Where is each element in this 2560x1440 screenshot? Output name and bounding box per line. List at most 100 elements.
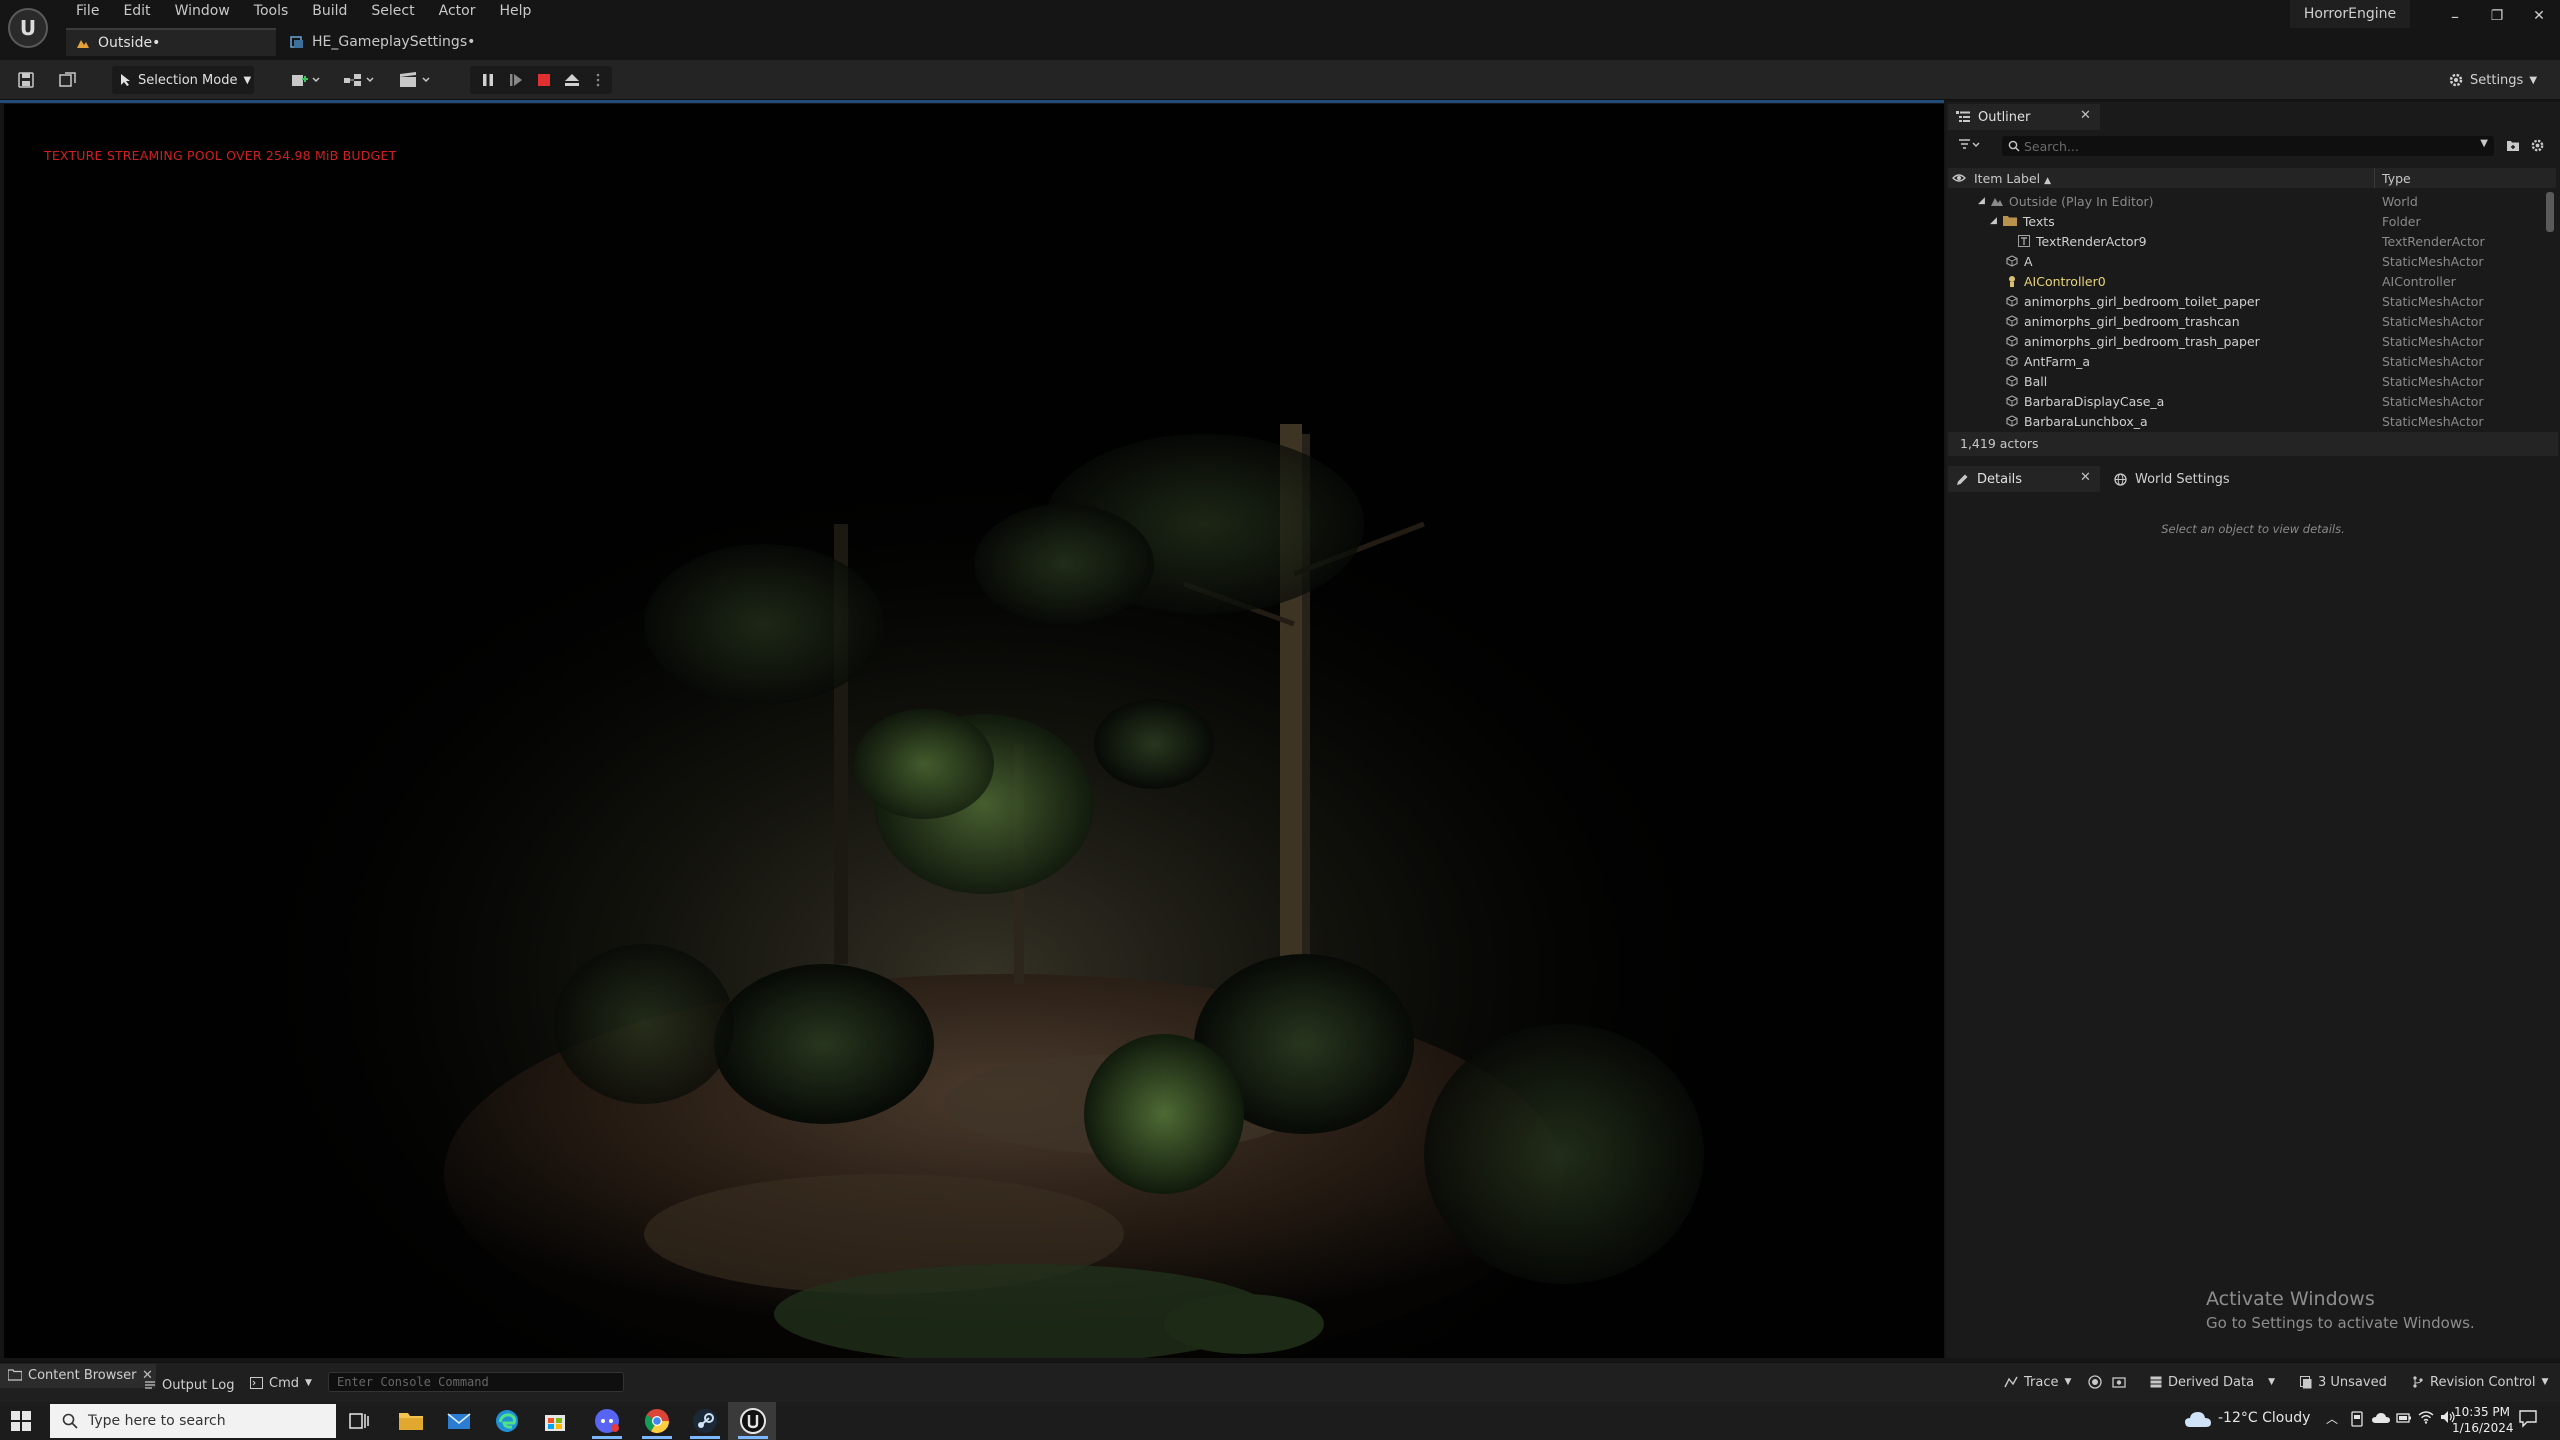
expand-arrow-icon[interactable]: ◢ — [1978, 196, 1985, 206]
wifi-icon[interactable] — [2418, 1410, 2434, 1424]
menu-select[interactable]: Select — [359, 0, 426, 22]
task-view-icon[interactable] — [348, 1410, 370, 1432]
tree-row-actor[interactable]: BarbaraDisplayCase_a StaticMeshActor — [1948, 391, 2546, 411]
unreal-logo-icon[interactable]: U — [8, 8, 48, 48]
column-type[interactable]: Type — [2382, 171, 2411, 186]
restore-button[interactable]: ❐ — [2476, 0, 2518, 32]
tree-row-actor[interactable]: animorphs_girl_bedroom_trash_paper Stati… — [1948, 331, 2546, 351]
tree-row-folder[interactable]: ◢ Texts Folder — [1948, 211, 2546, 231]
unsaved-button[interactable]: 3 Unsaved — [2300, 1371, 2387, 1393]
row-label: animorphs_girl_bedroom_trashcan — [2024, 313, 2240, 329]
menu-build[interactable]: Build — [300, 0, 359, 22]
gear-icon[interactable] — [2530, 138, 2545, 153]
eject-icon[interactable] — [560, 66, 584, 94]
add-folder-icon[interactable] — [2506, 139, 2520, 152]
tree-row-world[interactable]: ◢ Outside (Play In Editor) World — [1948, 191, 2546, 211]
content-browser-label: Content Browser — [28, 1367, 137, 1383]
row-type: StaticMeshActor — [2382, 313, 2484, 329]
outliner-column-header: Item Label ▲ Type — [1948, 168, 2556, 188]
menu-tools[interactable]: Tools — [242, 0, 301, 22]
menu-file[interactable]: File — [64, 0, 111, 22]
close-icon[interactable]: ✕ — [2080, 108, 2091, 123]
chrome-icon[interactable] — [642, 1406, 672, 1436]
tab-label: Outside• — [98, 35, 161, 51]
microsoft-store-icon[interactable] — [540, 1406, 570, 1436]
output-log-button[interactable]: Output Log — [144, 1374, 235, 1396]
tree-row-actor[interactable]: AntFarm_a StaticMeshActor — [1948, 351, 2546, 371]
tab-gameplay-settings[interactable]: HE_GameplaySettings• — [280, 28, 480, 56]
stop-icon[interactable] — [532, 66, 556, 94]
browse-content-icon[interactable] — [56, 66, 80, 94]
minimize-button[interactable]: – — [2434, 0, 2476, 32]
menu-help[interactable]: Help — [487, 0, 543, 22]
outliner-scrollbar[interactable] — [2546, 192, 2554, 232]
visibility-eye-icon[interactable] — [1952, 172, 1966, 184]
weather-cloud-icon[interactable] — [2184, 1409, 2212, 1429]
unsaved-label: 3 Unsaved — [2318, 1374, 2387, 1390]
row-label: BarbaraLunchbox_a — [2024, 413, 2148, 429]
expand-arrow-icon[interactable]: ◢ — [1990, 216, 1997, 226]
row-type: TextRenderActor — [2382, 233, 2485, 249]
row-type: StaticMeshActor — [2382, 393, 2484, 409]
tree-row-actor[interactable]: BarbaraLunchbox_a StaticMeshActor — [1948, 411, 2546, 431]
tree-row-actor[interactable]: animorphs_girl_bedroom_trashcan StaticMe… — [1948, 311, 2546, 331]
pause-icon[interactable] — [476, 66, 500, 94]
mail-icon[interactable] — [444, 1406, 474, 1436]
file-explorer-icon[interactable] — [396, 1406, 426, 1436]
derived-data-dropdown[interactable]: Derived Data ▼ — [2150, 1371, 2275, 1393]
windows-start-icon[interactable] — [10, 1410, 32, 1432]
chevron-up-icon[interactable]: ︿ — [2326, 1410, 2338, 1427]
weather-label[interactable]: -12°C Cloudy — [2218, 1410, 2310, 1426]
tree-row-actor[interactable]: animorphs_girl_bedroom_toilet_paper Stat… — [1948, 291, 2546, 311]
more-options-icon[interactable] — [590, 66, 606, 94]
tree-row-actor[interactable]: AIController0 AIController — [1948, 271, 2546, 291]
taskbar-search-input[interactable]: Type here to search — [50, 1404, 336, 1438]
menu-actor[interactable]: Actor — [427, 0, 488, 22]
row-label: Outside (Play In Editor) — [2008, 193, 2154, 209]
unreal-engine-taskbar-icon[interactable] — [738, 1406, 768, 1436]
settings-button[interactable]: Settings ▼ — [2448, 66, 2548, 94]
edge-browser-icon[interactable] — [492, 1406, 522, 1436]
notifications-icon[interactable] — [2518, 1408, 2538, 1428]
search-placeholder: Search... — [2024, 138, 2079, 154]
steam-icon[interactable] — [690, 1406, 720, 1436]
blueprint-icon[interactable] — [340, 66, 380, 94]
revision-control-dropdown[interactable]: Revision Control ▼ — [2412, 1371, 2548, 1393]
taskbar-clock[interactable]: 10:35 PM 1/16/2024 — [2452, 1404, 2514, 1436]
column-item-label[interactable]: Item Label ▲ — [1974, 171, 2051, 186]
tab-outliner[interactable]: Outliner — [1948, 104, 2100, 130]
tab-world-settings[interactable]: World Settings — [2108, 466, 2258, 492]
tree-row-actor[interactable]: TextRenderActor9 TextRenderActor — [1948, 231, 2546, 251]
record-icon[interactable] — [2088, 1375, 2102, 1389]
console-command-input[interactable]: Enter Console Command — [328, 1372, 624, 1392]
selection-mode-dropdown[interactable]: Selection Mode ▼ — [112, 66, 254, 94]
tab-outside[interactable]: Outside• — [66, 28, 276, 56]
menu-window[interactable]: Window — [163, 0, 242, 22]
cinematics-icon[interactable] — [396, 66, 436, 94]
tree-row-actor[interactable]: Ball StaticMeshActor — [1948, 371, 2546, 391]
row-label: TextRenderActor9 — [2036, 233, 2147, 249]
trace-icon — [2004, 1376, 2018, 1388]
step-forward-icon[interactable] — [504, 66, 528, 94]
discord-icon[interactable] — [592, 1406, 622, 1436]
battery-icon[interactable] — [2396, 1411, 2412, 1425]
tab-details[interactable]: Details — [1948, 466, 2100, 492]
screenshot-icon[interactable] — [2112, 1375, 2126, 1389]
close-window-button[interactable]: ✕ — [2518, 0, 2560, 32]
cmd-dropdown[interactable]: Cmd ▼ — [250, 1372, 312, 1394]
trace-dropdown[interactable]: Trace ▼ — [2004, 1371, 2071, 1393]
menu-edit[interactable]: Edit — [111, 0, 162, 22]
add-actor-icon[interactable] — [288, 66, 324, 94]
save-icon[interactable] — [14, 66, 38, 94]
onedrive-cloud-icon[interactable] — [2372, 1412, 2390, 1424]
branch-icon — [2412, 1376, 2424, 1388]
close-icon[interactable]: ✕ — [2080, 470, 2091, 485]
level-viewport[interactable] — [4, 104, 1944, 1358]
outliner-search-input[interactable]: Search... ▼ — [2002, 136, 2494, 156]
filter-icon[interactable] — [1958, 138, 1980, 152]
tray-app-icon[interactable] — [2350, 1411, 2364, 1427]
column-divider[interactable] — [2374, 168, 2375, 188]
content-browser-button[interactable]: Content Browser — [8, 1364, 137, 1386]
taskbar-search-placeholder: Type here to search — [88, 1413, 226, 1429]
tree-row-actor[interactable]: A StaticMeshActor — [1948, 251, 2546, 271]
